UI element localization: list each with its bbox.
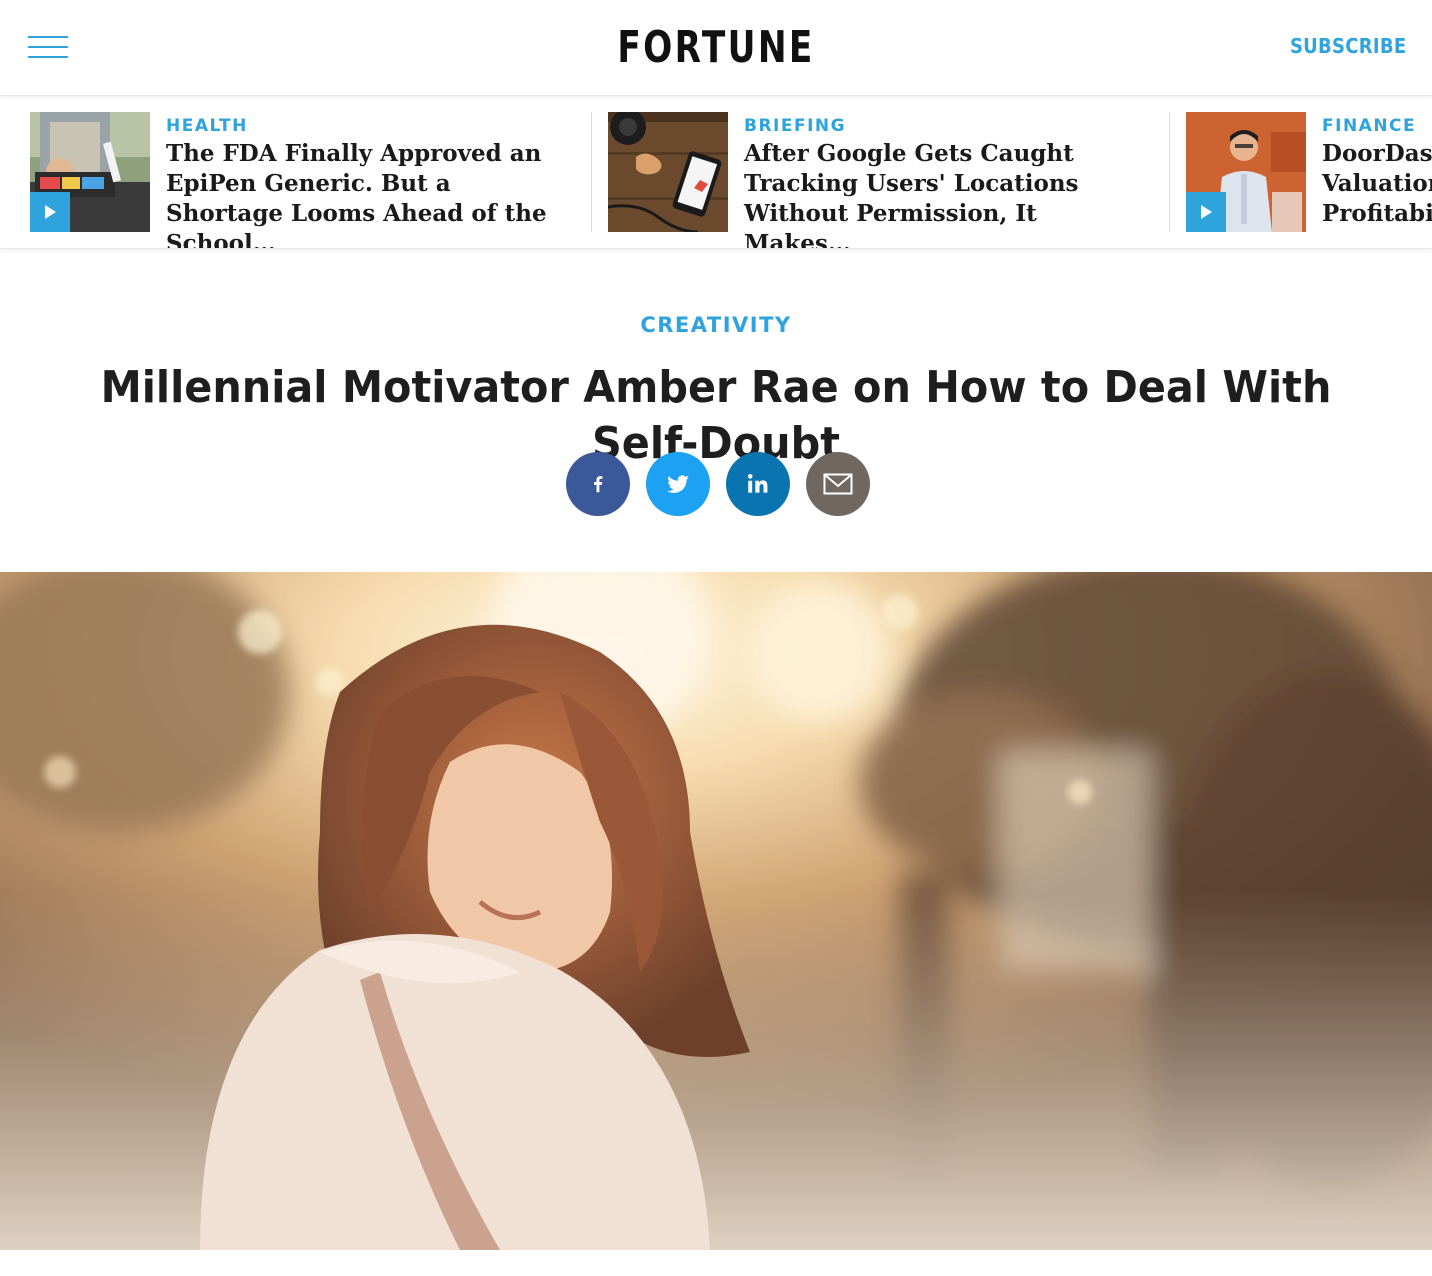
- linkedin-share-button[interactable]: [726, 452, 790, 516]
- video-play-icon[interactable]: [30, 192, 70, 232]
- twitter-icon: [667, 475, 689, 493]
- hamburger-menu-icon[interactable]: [28, 34, 68, 60]
- hero-image: [0, 572, 1432, 1250]
- facebook-icon: [594, 476, 603, 493]
- trending-thumbnail: [608, 112, 728, 232]
- share-buttons: [566, 452, 870, 516]
- trending-stories-strip: HEALTH The FDA Finally Approved an EpiPe…: [0, 97, 1432, 249]
- divider: [591, 112, 592, 232]
- trending-thumbnail: [1186, 112, 1306, 232]
- fortune-logo[interactable]: FORTUNE: [158, 22, 1275, 74]
- trending-headline[interactable]: The FDA Finally Approved an EpiPen Gener…: [166, 139, 566, 248]
- trending-category[interactable]: FINANCE: [1322, 116, 1416, 136]
- email-share-button[interactable]: [806, 452, 870, 516]
- site-header: FORTUNE SUBSCRIBE: [0, 0, 1432, 96]
- trending-thumbnail: [30, 112, 150, 232]
- video-play-icon[interactable]: [1186, 192, 1226, 232]
- twitter-share-button[interactable]: [646, 452, 710, 516]
- article-section-label[interactable]: CREATIVITY: [0, 313, 1432, 337]
- envelope-icon: [823, 473, 853, 495]
- divider: [1169, 112, 1170, 232]
- linkedin-icon: [747, 474, 768, 493]
- subscribe-link[interactable]: SUBSCRIBE: [1290, 34, 1406, 58]
- trending-category[interactable]: BRIEFING: [744, 116, 846, 136]
- trending-headline[interactable]: After Google Gets Caught Tracking Users'…: [744, 139, 1144, 248]
- trending-headline[interactable]: DoorDash Valuation Profitabil: [1322, 139, 1432, 229]
- facebook-share-button[interactable]: [566, 452, 630, 516]
- trending-category[interactable]: HEALTH: [166, 116, 248, 136]
